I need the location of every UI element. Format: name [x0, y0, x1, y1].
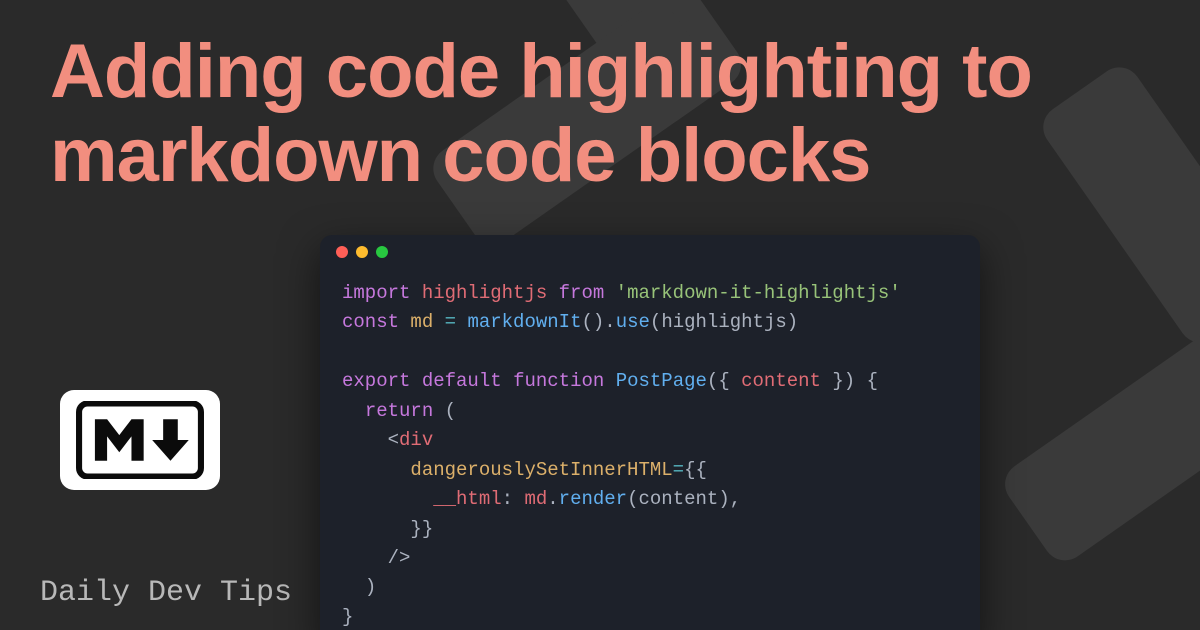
tok-keyword: from [559, 282, 605, 304]
tok-punct: : [502, 488, 513, 510]
tok-punct: { [867, 370, 878, 392]
tok-punct: } [342, 606, 353, 628]
tok-punct: /> [388, 547, 411, 569]
tok-punct: ( [445, 400, 456, 422]
tok-punct: . [604, 311, 615, 333]
tok-ident: md [524, 488, 547, 510]
tok-var: md [410, 311, 433, 333]
code-window: import highlightjs from 'markdown-it-hig… [320, 235, 980, 630]
window-close-icon[interactable] [336, 246, 348, 258]
tok-punct: = [673, 459, 684, 481]
bg-shape [996, 301, 1200, 569]
tok-punct: } [832, 370, 843, 392]
tok-func: markdownIt [467, 311, 581, 333]
footer-label: Daily Dev Tips [40, 576, 292, 610]
tok-punct: ) [844, 370, 855, 392]
tok-punct: , [730, 488, 741, 510]
page-title: Adding code highlighting to markdown cod… [50, 30, 1150, 197]
tok-attr: dangerouslySetInnerHTML [410, 459, 672, 481]
tok-func: render [559, 488, 627, 510]
code-block: import highlightjs from 'markdown-it-hig… [320, 269, 980, 630]
tok-tag: div [399, 429, 433, 451]
tok-punct: { [718, 370, 729, 392]
tok-keyword: const [342, 311, 399, 333]
tok-punct: < [388, 429, 399, 451]
tok-ident: highlightjs [661, 311, 786, 333]
tok-keyword: export [342, 370, 410, 392]
tok-punct: . [547, 488, 558, 510]
window-minimize-icon[interactable] [356, 246, 368, 258]
tok-keyword: function [513, 370, 604, 392]
tok-punct: = [445, 311, 456, 333]
tok-keyword: return [365, 400, 433, 422]
tok-punct: }} [410, 518, 433, 540]
tok-func: use [616, 311, 650, 333]
tok-punct: {{ [684, 459, 707, 481]
tok-string: 'markdown-it-highlightjs' [616, 282, 901, 304]
markdown-icon-svg [75, 401, 205, 479]
tok-ident: content [639, 488, 719, 510]
tok-punct: ( [627, 488, 638, 510]
tok-punct: ) [718, 488, 729, 510]
tok-punct: ) [787, 311, 798, 333]
tok-func: PostPage [616, 370, 707, 392]
tok-prop: __html [433, 488, 501, 510]
tok-punct: ) [593, 311, 604, 333]
tok-param: content [741, 370, 821, 392]
tok-punct: ( [650, 311, 661, 333]
tok-ident: highlightjs [422, 282, 547, 304]
window-titlebar [320, 235, 980, 269]
tok-punct: ( [581, 311, 592, 333]
tok-punct: ( [707, 370, 718, 392]
tok-punct: ) [365, 576, 376, 598]
window-zoom-icon[interactable] [376, 246, 388, 258]
tok-keyword: import [342, 282, 410, 304]
tok-keyword: default [422, 370, 502, 392]
markdown-icon [60, 390, 220, 490]
